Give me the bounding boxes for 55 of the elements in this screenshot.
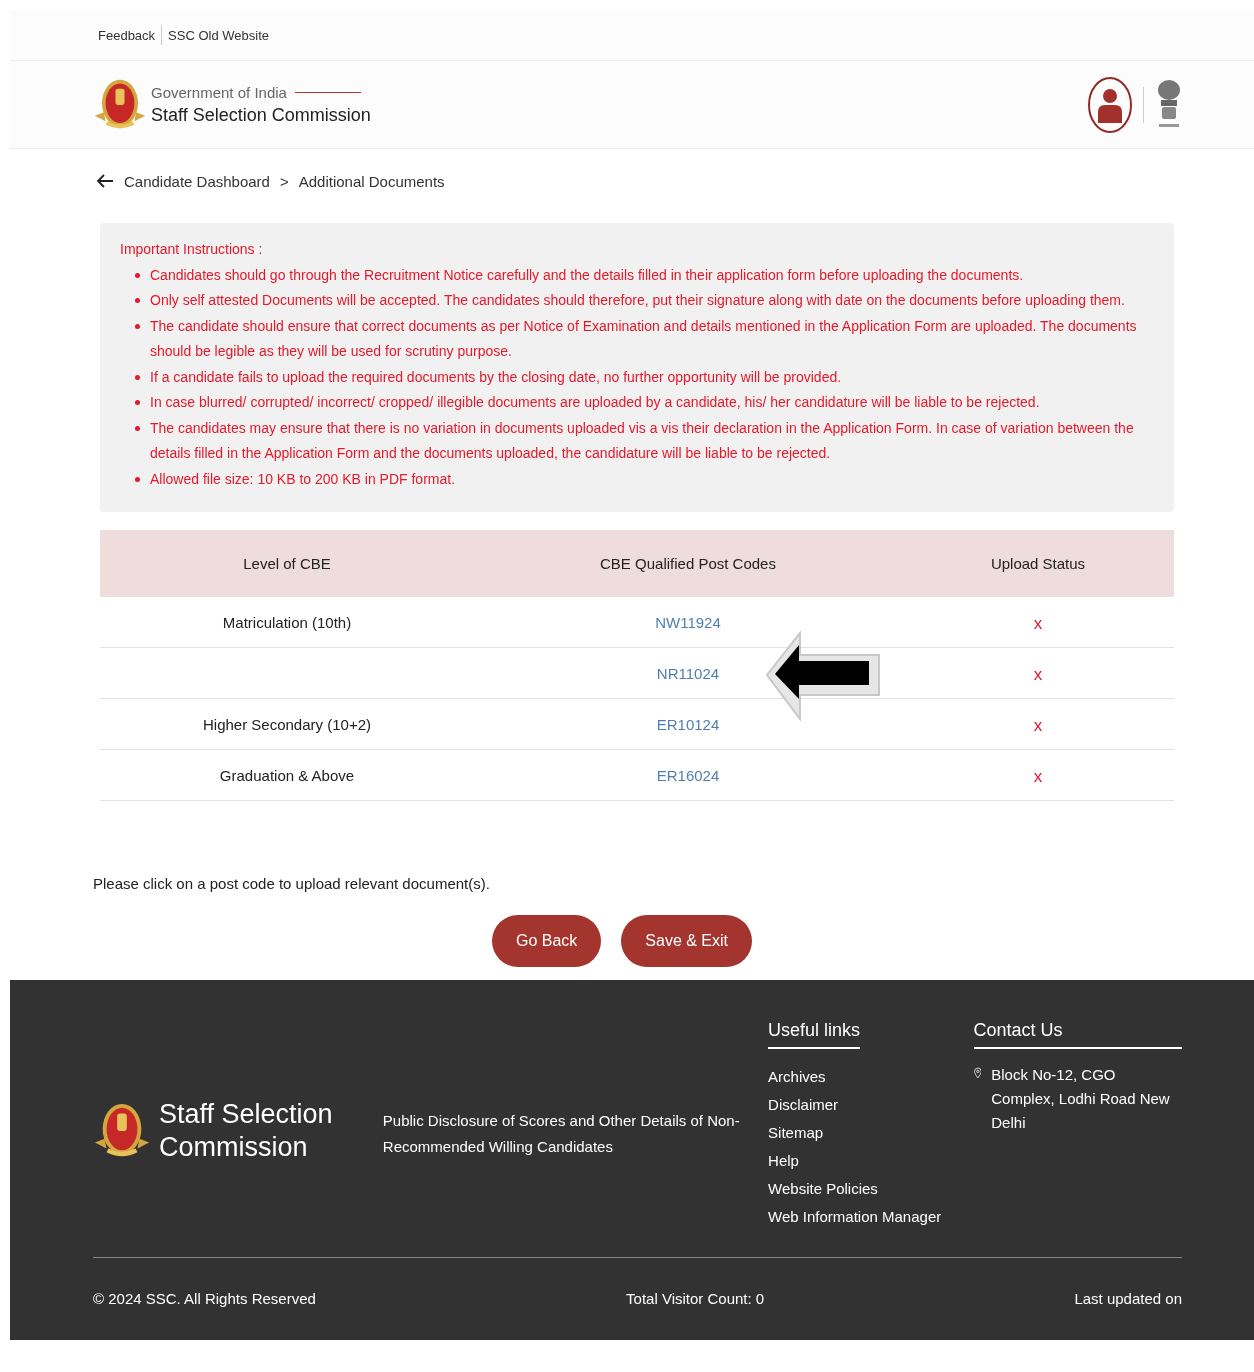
top-link[interactable]: Feedback [98,27,156,43]
back-arrow-icon[interactable] [96,173,114,189]
footer-link[interactable]: Disclaimer [768,1091,839,1119]
footer-brand: Staff Selection Commission [159,1098,334,1164]
bullet-icon [135,400,140,405]
copyright-text: © 2024 SSC. All Rights Reserved [93,1289,316,1307]
upload-status: x [1033,716,1043,736]
instruction-text: Candidates should go through the Recruitment Notice carefully and the details filled in their application form before uploading the documents. [150,265,1024,285]
post-code-link[interactable]: ER10124 [656,715,720,733]
upload-note: Please click on a post code to upload relevant document(s). [93,875,491,892]
instruction-text: In case blurred/ corrupted/ incorrect/ cropped/ illegible documents are uploaded by a candidate, his/ her candidature will be liable to be rejected. [150,393,1040,412]
header-title: Staff Selection Commission [151,104,371,126]
column-header: Upload Status [989,555,1087,572]
footer-link[interactable]: Help [768,1147,799,1175]
instruction-text: The candidates may ensure that there is no variation in documents uploaded vis a vis their declaration in the Application Form. In case of variation between the details filled in the Application Form and the documents uploaded, the candidature will be liable to be rejected. [150,418,1135,463]
visitor-count: Total Visitor Count: 0 [626,1289,765,1307]
bullet-icon [135,425,140,431]
upload-status: x [1033,767,1043,787]
contact-heading: Contact Us [973,1020,1182,1049]
footer-link[interactable]: Sitemap [768,1119,824,1147]
action-button[interactable]: Save & Exit [621,915,753,967]
breadcrumb-current: Additional Documents [298,172,445,190]
user-avatar-icon[interactable] [1087,75,1133,134]
footer-link[interactable]: Web Information Manager [768,1203,942,1231]
post-code-link[interactable]: NW11924 [655,613,721,631]
header-subtitle: Government of India [151,83,287,101]
upload-status: x [1033,665,1043,685]
last-updated: Last updated on [1074,1289,1182,1307]
bullet-icon [135,298,140,303]
useful-links-heading: Useful links [768,1020,861,1049]
post-code-link[interactable]: ER16024 [656,766,720,784]
bullet-icon [135,374,140,380]
bullet-icon [135,272,140,278]
instructions-heading: Important Instructions : [120,240,264,259]
breadcrumb-separator: > [279,172,289,190]
upload-status: x [1033,614,1043,634]
table-cell: Graduation & Above [219,766,355,784]
post-code-link[interactable]: NR11024 [656,664,720,682]
contact-address: Block No-12, CGO Complex, Lodhi Road New Delhi [991,1065,1171,1133]
bullet-icon [135,323,140,329]
instruction-text: If a candidate fails to upload the required documents by the closing date, no further opportunity will be provided. [150,367,842,387]
instruction-text: Allowed file size: 10 KB to 200 KB in PDF format. [150,469,456,489]
table-cell: Higher Secondary (10+2) [203,715,371,733]
footer-link[interactable]: Website Policies [768,1175,878,1203]
instruction-text: The candidate should ensure that correct documents as per Notice of Examination and details mentioned in the Application Form are uploaded. The documents should be legible as they will be used for scrutiny purpose. [150,316,1138,361]
table-cell: Matriculation (10th) [222,613,352,631]
column-header: Level of CBE [242,555,332,572]
column-header: CBE Qualified Post Codes [599,555,777,572]
disclosure-link[interactable]: Public Disclosure of Scores and Other Details of Non-Recommended Willing Candidates [382,1108,751,1160]
instruction-text: Only self attested Documents will be accepted. The candidates should therefore, put their signature along with date on the documents before uploading them. [150,291,1125,310]
bullet-icon [135,476,140,482]
footer-link[interactable]: Archives [768,1063,826,1091]
breadcrumb-link[interactable]: Candidate Dashboard [124,172,270,190]
top-link[interactable]: SSC Old Website [168,27,269,43]
action-button[interactable]: Go Back [491,915,602,967]
